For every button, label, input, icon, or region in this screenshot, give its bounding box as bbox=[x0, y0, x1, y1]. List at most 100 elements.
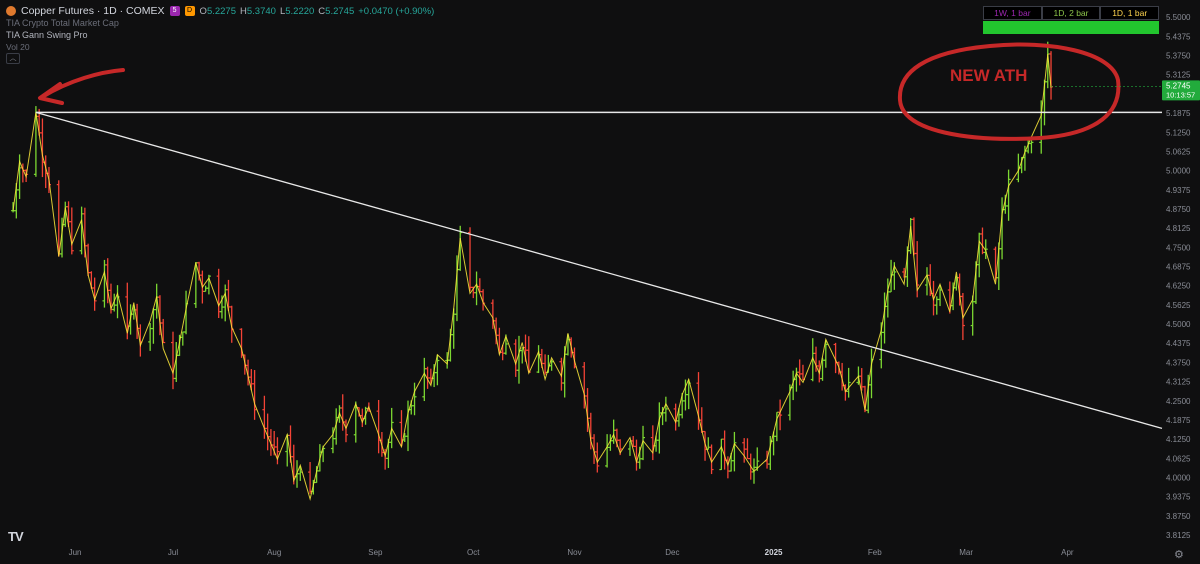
ohlc-bar bbox=[376, 399, 381, 454]
ohlc-bar bbox=[722, 430, 727, 470]
y-tick-label: 5.5000 bbox=[1166, 13, 1191, 22]
x-tick-label: Feb bbox=[868, 548, 882, 557]
ohlc-bars bbox=[11, 41, 1054, 495]
ohlc-bar bbox=[252, 370, 257, 420]
ohlc-bar bbox=[611, 419, 616, 444]
y-tick-label: 4.2500 bbox=[1166, 397, 1191, 406]
tf-cell-1d-1bar: 1D, 1 bar bbox=[1100, 6, 1160, 20]
ohlc-bar bbox=[125, 282, 130, 340]
annotation-circle bbox=[897, 42, 1121, 141]
y-tick-label: 4.7500 bbox=[1166, 243, 1191, 252]
y-tick-label: 4.1250 bbox=[1166, 435, 1191, 444]
y-tick-label: 4.0625 bbox=[1166, 454, 1191, 463]
ohlc-bar bbox=[170, 331, 175, 390]
ohlc-bar bbox=[846, 367, 851, 398]
ohlc-bar bbox=[957, 273, 962, 306]
y-tick-label: 4.3125 bbox=[1166, 378, 1191, 387]
tf-cell-1w: 1W, 1 bar bbox=[983, 6, 1042, 20]
y-tick-label: 4.4375 bbox=[1166, 339, 1191, 348]
ohlc-bar bbox=[516, 335, 521, 384]
y-tick-label: 4.8125 bbox=[1166, 224, 1191, 233]
y-tick-label: 5.0625 bbox=[1166, 147, 1191, 156]
gear-icon[interactable]: ⚙ bbox=[1174, 548, 1184, 561]
ohlc-bar bbox=[174, 342, 179, 382]
y-tick-label: 4.5625 bbox=[1166, 301, 1191, 310]
indicator-gann-swing[interactable]: TIA Gann Swing Pro bbox=[6, 30, 88, 40]
y-tick-label: 4.6250 bbox=[1166, 282, 1191, 291]
ohlc-bar bbox=[138, 324, 143, 357]
x-tick-label: Aug bbox=[267, 548, 281, 557]
copper-symbol-icon bbox=[6, 6, 16, 16]
chart-header: Copper Futures · 1D · COMEX 5 D O5.2275 … bbox=[6, 5, 434, 17]
ohlc-bar bbox=[787, 384, 792, 421]
x-tick-label: Mar bbox=[959, 548, 973, 557]
annotation-new-ath: NEW ATH bbox=[950, 66, 1027, 85]
collapse-legend-button[interactable]: ︿ bbox=[6, 53, 20, 64]
ohlc-bar bbox=[343, 419, 348, 443]
y-tick-label: 3.8125 bbox=[1166, 531, 1191, 540]
ohlc-bar bbox=[422, 357, 427, 402]
trend-status-bar bbox=[983, 21, 1159, 34]
ohlc-bar bbox=[1039, 100, 1044, 154]
x-tick-label: Nov bbox=[567, 548, 581, 557]
timeframe-table: 1W, 1 bar 1D, 2 bar 1D, 1 bar bbox=[983, 6, 1160, 34]
ohlc-bar bbox=[308, 461, 313, 494]
ohlc-bar bbox=[500, 344, 505, 361]
ohlc-bar bbox=[268, 429, 273, 456]
ohlc-bar bbox=[412, 382, 417, 416]
x-tick-label: Apr bbox=[1061, 548, 1074, 557]
y-tick-label: 4.8750 bbox=[1166, 205, 1191, 214]
ohlc-bar bbox=[69, 207, 74, 255]
price-chart[interactable]: 5.50005.43755.37505.31255.25005.18755.12… bbox=[0, 0, 1200, 564]
ohlc-bar bbox=[771, 431, 776, 456]
symbol-title[interactable]: Copper Futures · 1D · COMEX bbox=[21, 5, 165, 17]
ohlc-bar bbox=[468, 227, 473, 292]
ohlc-bar bbox=[980, 227, 985, 255]
x-tick-label: Jul bbox=[168, 548, 178, 557]
y-tick-label: 5.4375 bbox=[1166, 32, 1191, 41]
indicator-crypto-market-cap[interactable]: TIA Crypto Total Market Cap bbox=[6, 18, 119, 28]
ohlc-bar bbox=[719, 438, 724, 471]
ohlc-bar bbox=[184, 290, 189, 335]
tradingview-logo-icon[interactable]: TV bbox=[8, 529, 24, 544]
indicator-volume[interactable]: Vol 20 bbox=[6, 42, 30, 52]
y-tick-label: 4.6875 bbox=[1166, 263, 1191, 272]
ohlc-bar bbox=[115, 285, 120, 319]
ohlc-bar bbox=[112, 293, 117, 312]
tf-cell-1d-2bar: 1D, 2 bar bbox=[1041, 6, 1101, 20]
x-tick-label: Oct bbox=[467, 548, 480, 557]
ohlc-bar bbox=[249, 369, 254, 391]
ohlc-bar bbox=[911, 217, 916, 256]
ohlc-bar bbox=[334, 408, 339, 445]
badge-d: D bbox=[184, 6, 195, 16]
ohlc-bar bbox=[605, 434, 610, 468]
ohlc-bar bbox=[732, 431, 737, 472]
ohlc-bar bbox=[663, 396, 668, 422]
annotation-arrow bbox=[40, 68, 125, 99]
ohlc-bar bbox=[650, 425, 655, 461]
ohlc-bar bbox=[794, 367, 799, 392]
y-tick-label: 5.1875 bbox=[1166, 109, 1191, 118]
x-tick-label: Sep bbox=[368, 548, 383, 557]
y-tick-label: 4.5000 bbox=[1166, 320, 1191, 329]
ohlc-bar bbox=[745, 438, 750, 460]
price-tag-value: 5.2745 bbox=[1166, 81, 1191, 90]
price-tag-countdown: 10:13:57 bbox=[1166, 90, 1195, 99]
ohlc-bar bbox=[592, 434, 597, 464]
ohlc-bar bbox=[148, 323, 153, 351]
ohlc-bar bbox=[1006, 169, 1011, 221]
badge-5: 5 bbox=[169, 6, 180, 16]
y-tick-label: 5.0000 bbox=[1166, 167, 1191, 176]
y-tick-label: 5.1250 bbox=[1166, 128, 1191, 137]
ohlc-bar bbox=[810, 338, 815, 382]
ohlc-bar bbox=[314, 466, 319, 484]
ohlc-bar bbox=[797, 359, 802, 386]
x-tick-label: 2025 bbox=[765, 548, 783, 557]
ohlc-bar bbox=[229, 305, 234, 343]
x-tick-label: Dec bbox=[665, 548, 679, 557]
y-tick-label: 5.3750 bbox=[1166, 52, 1191, 61]
descending-trend-line[interactable] bbox=[35, 111, 1163, 430]
x-tick-label: Jun bbox=[69, 548, 82, 557]
gann-swing-line bbox=[12, 53, 1052, 501]
y-tick-label: 4.3750 bbox=[1166, 358, 1191, 367]
